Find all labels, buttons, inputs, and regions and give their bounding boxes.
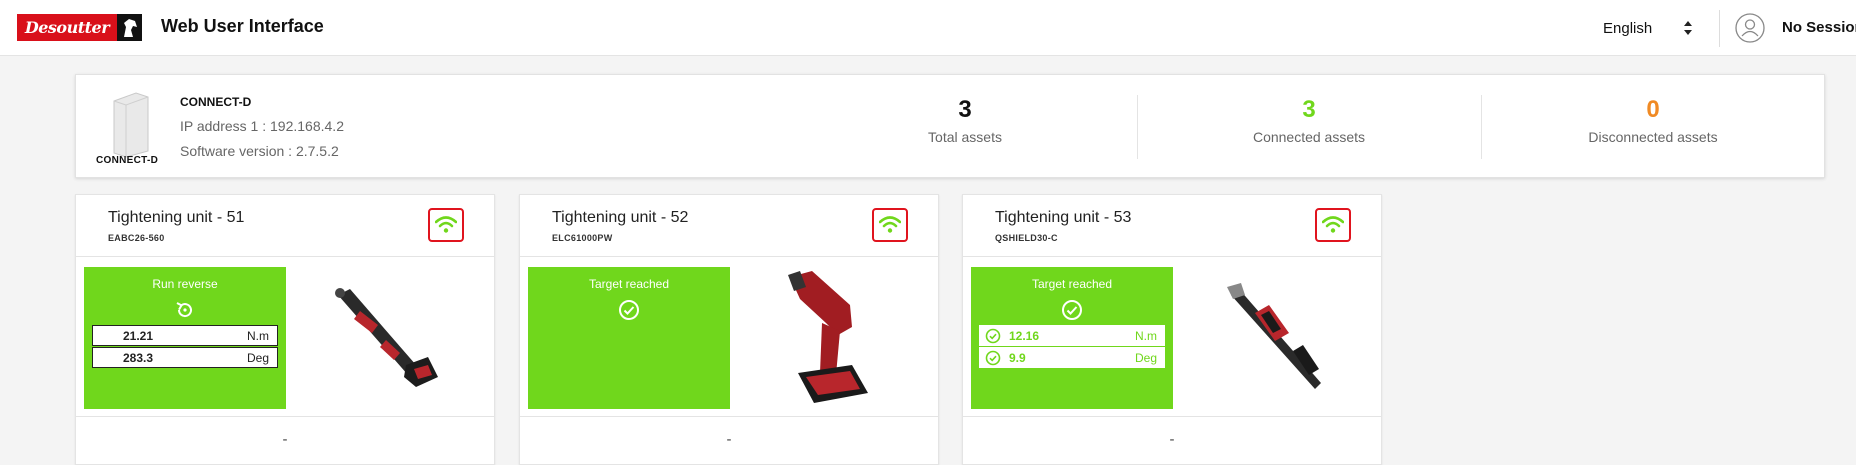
status-text: Run reverse <box>152 277 218 291</box>
total-assets-label: Total assets <box>928 129 1002 145</box>
connected-assets-count: 3 <box>1302 96 1316 123</box>
controller-device-image <box>113 92 149 158</box>
status-text: Target reached <box>1031 277 1113 291</box>
unit-footer: - <box>963 416 1381 464</box>
controller-ip: IP address 1 : 192.168.4.2 <box>180 118 344 134</box>
angle-unit: Deg <box>1134 350 1157 365</box>
horse-icon <box>117 14 142 41</box>
wifi-icon <box>435 216 457 233</box>
torque-unit: N.m <box>247 328 269 343</box>
torque-value: 12.16 <box>1009 328 1040 343</box>
check-circle-icon <box>985 350 1001 365</box>
stat-divider <box>1481 95 1482 159</box>
controller-name: CONNECT-D <box>180 95 252 109</box>
unit-model: ELC61000PW <box>552 233 613 243</box>
torque-result: 12.16 N.m <box>979 325 1165 346</box>
top-bar: Desoutter Web User Interface English No … <box>0 0 1856 56</box>
check-circle-icon <box>619 300 639 320</box>
connected-assets-label: Connected assets <box>1252 129 1366 145</box>
wifi-icon <box>879 216 901 233</box>
logo-wordmark: Desoutter <box>17 14 117 41</box>
disconnected-assets-label: Disconnected assets <box>1588 129 1718 145</box>
unit-model: QSHIELD30-C <box>995 233 1058 243</box>
controller-summary-card: CONNECT-D CONNECT-D IP address 1 : 192.1… <box>75 74 1825 178</box>
connected-assets-stat: 3 Connected assets <box>1139 96 1479 146</box>
angle-result: 283.3 Deg <box>92 347 278 368</box>
session-label[interactable]: No Session <box>1782 19 1856 36</box>
status-text: Target reached <box>588 277 670 291</box>
controller-image-caption: CONNECT-D <box>96 155 159 166</box>
unit-model: EABC26-560 <box>108 233 165 243</box>
wifi-status-button[interactable] <box>872 208 908 242</box>
tool-image <box>1227 283 1321 389</box>
app-title: Web User Interface <box>161 16 324 36</box>
unit-card-header: Tightening unit - 53 QSHIELD30-C <box>963 195 1381 257</box>
wifi-icon <box>1322 216 1344 233</box>
angle-value: 9.9 <box>1009 350 1026 365</box>
angle-value: 283.3 <box>123 350 154 365</box>
tightening-status-panel: Run reverse 21.21 N.m 283.3 Deg <box>84 267 286 409</box>
torque-unit: N.m <box>1135 328 1157 343</box>
tightening-unit-card[interactable]: Tightening unit - 52 ELC61000PW Target r… <box>519 194 939 465</box>
unit-footer: - <box>76 416 494 464</box>
unit-card-header: Tightening unit - 51 EABC26-560 <box>76 195 494 257</box>
user-avatar-icon[interactable] <box>1735 13 1765 43</box>
total-assets-count: 3 <box>958 96 972 123</box>
tool-image <box>335 288 438 387</box>
desoutter-logo[interactable]: Desoutter <box>17 14 142 41</box>
angle-unit: Deg <box>246 350 269 365</box>
tightening-unit-card[interactable]: Tightening unit - 53 QSHIELD30-C Target … <box>962 194 1382 465</box>
tightening-status-panel: Target reached <box>528 267 730 409</box>
unit-title: Tightening unit - 52 <box>552 209 689 226</box>
wifi-status-button[interactable] <box>428 208 464 242</box>
unit-title: Tightening unit - 53 <box>995 209 1132 226</box>
reverse-icon <box>176 302 192 318</box>
wifi-status-button[interactable] <box>1315 208 1351 242</box>
header-divider <box>1719 10 1720 47</box>
unit-card-header: Tightening unit - 52 ELC61000PW <box>520 195 938 257</box>
controller-software-version: Software version : 2.7.5.2 <box>180 143 339 159</box>
stat-divider <box>1137 95 1138 159</box>
language-label: English <box>1603 19 1653 37</box>
total-assets-stat: 3 Total assets <box>795 96 1135 146</box>
check-circle-icon <box>1062 300 1082 320</box>
torque-result: 21.21 N.m <box>92 325 278 346</box>
unit-footer: - <box>520 416 938 464</box>
check-circle-icon <box>985 328 1001 343</box>
tightening-status-panel: Target reached 12.16 N.m 9.9 Deg <box>971 267 1173 409</box>
sort-arrows-icon <box>1684 21 1692 35</box>
disconnected-assets-stat: 0 Disconnected assets <box>1483 96 1823 146</box>
angle-result: 9.9 Deg <box>979 347 1165 368</box>
tool-image <box>788 271 868 403</box>
tightening-unit-card[interactable]: Tightening unit - 51 EABC26-560 Run reve… <box>75 194 495 465</box>
disconnected-assets-count: 0 <box>1646 96 1660 123</box>
torque-value: 21.21 <box>123 328 154 343</box>
language-select[interactable]: English <box>1603 17 1693 39</box>
unit-title: Tightening unit - 51 <box>108 209 245 226</box>
